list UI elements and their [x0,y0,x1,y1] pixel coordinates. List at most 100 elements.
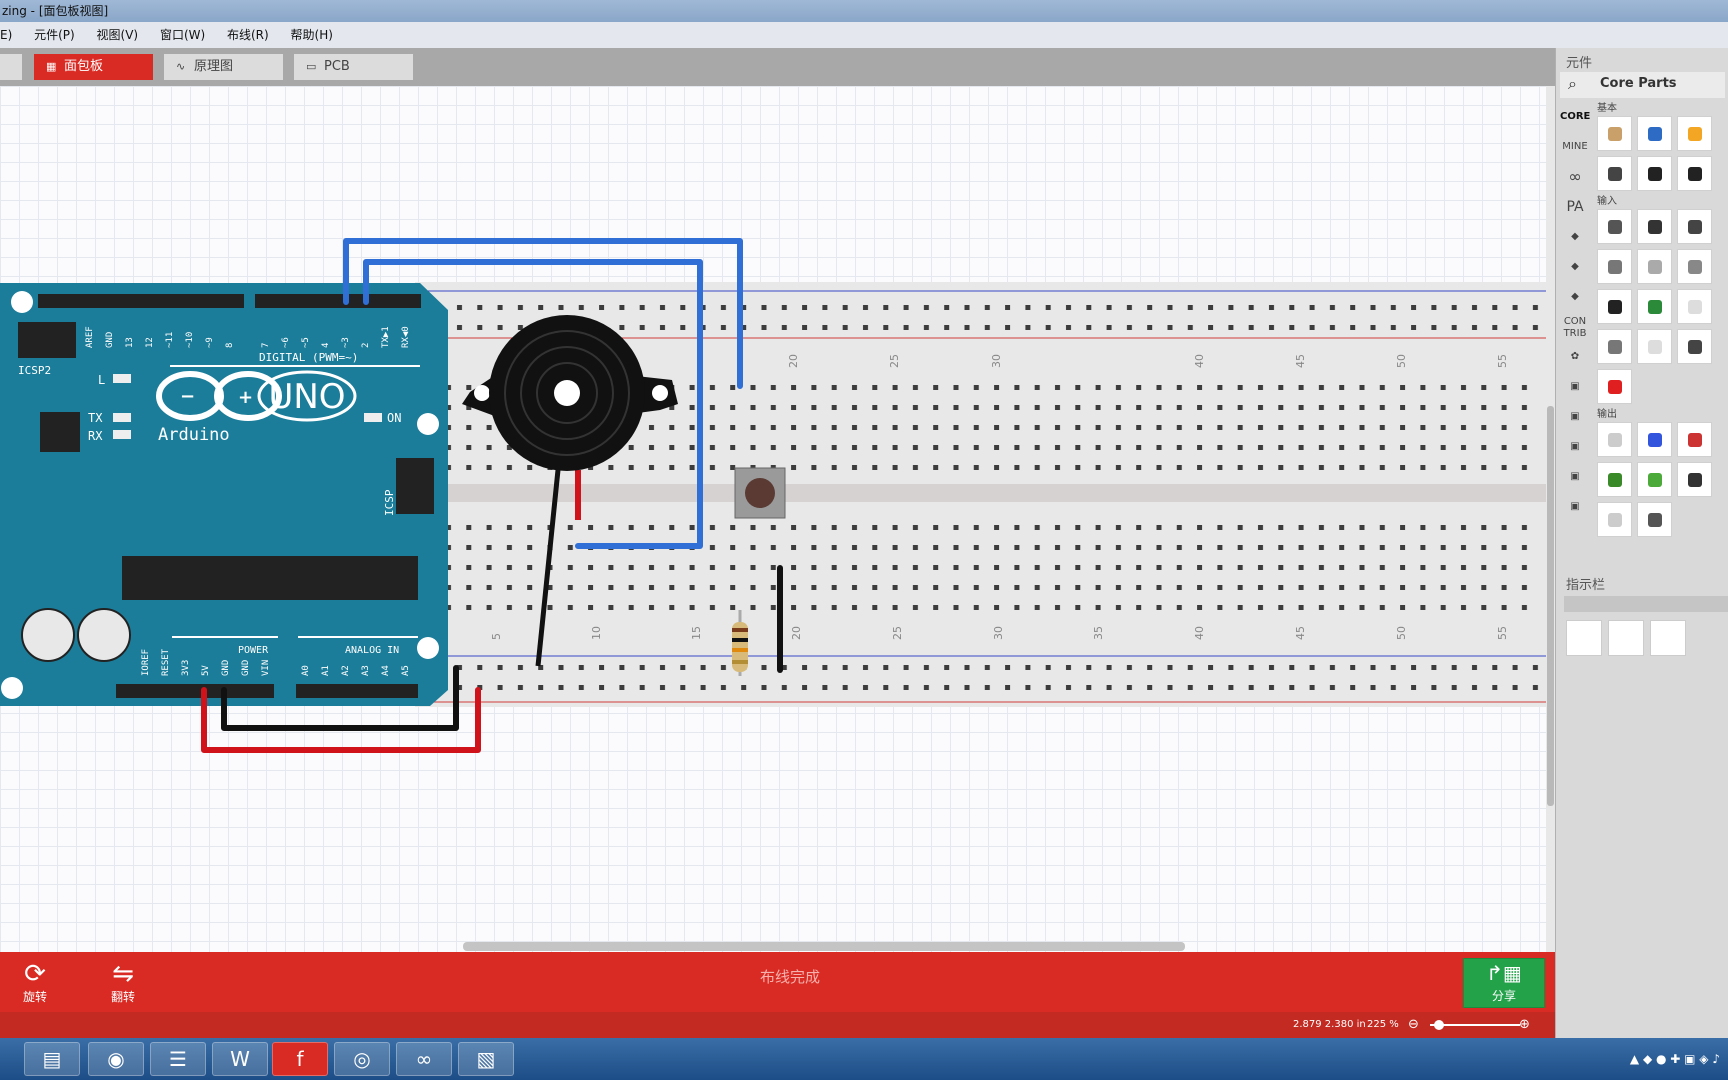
menu-item-parts[interactable]: 元件(P) [34,22,75,48]
part-thumbnail[interactable] [1637,209,1672,244]
power-pin-label: IOREF [141,649,151,676]
bin-tab-icon[interactable]: ✿ [1560,342,1590,372]
push-button[interactable] [734,467,786,519]
arduino-on-label: ON [387,411,401,425]
part-thumbnail[interactable] [1597,462,1632,497]
part-thumbnail[interactable] [1677,329,1712,364]
bin-tab-icon[interactable]: ▣ [1560,432,1590,462]
word-icon[interactable]: W [212,1042,268,1076]
bb-top-number: 55 [1496,354,1509,368]
part-thumbnail[interactable] [1597,116,1632,151]
part-thumbnail[interactable] [1637,289,1672,324]
routing-status-message: 布线完成 [760,968,821,986]
rotate-button[interactable]: ⟳ 旋转 [0,960,70,1005]
parts-category-label: 输入 [1597,196,1617,207]
explorer-icon[interactable]: ▤ [24,1042,80,1076]
zoom-out-icon[interactable]: ⊖ [1408,1012,1419,1038]
bin-tab-icon[interactable]: ▣ [1560,372,1590,402]
app-list-icon[interactable]: ☰ [150,1042,206,1076]
part-thumbnail[interactable] [1637,156,1672,191]
part-icon [1607,380,1622,394]
horizontal-scrollbar[interactable] [463,942,1185,951]
part-thumbnail[interactable] [1597,156,1632,191]
bin-tab-icon[interactable]: ▣ [1560,402,1590,432]
tab-pcb[interactable]: ▭ PCB [294,54,413,80]
part-thumbnail[interactable] [1637,422,1672,457]
part-thumbnail[interactable] [1637,462,1672,497]
tab-schematic[interactable]: ∿ 原理图 [164,54,283,80]
arduino-model: UNO [268,377,345,417]
analog-pin-label: A5 [401,665,411,676]
arduino-uno-board[interactable]: − + UNO Arduino DIGITAL (PWM=~) POWER AN… [0,283,448,706]
part-thumbnail[interactable] [1597,502,1632,537]
bin-tab-contrib[interactable]: CON TRIB [1560,312,1590,342]
part-thumbnail[interactable] [1597,249,1632,284]
bin-tab-arduino[interactable]: ∞ [1560,162,1590,192]
menu-item-routing[interactable]: 布线(R) [227,22,269,48]
bin-tab-icon[interactable]: ▣ [1560,462,1590,492]
vertical-scroll-thumb[interactable] [1547,406,1554,806]
parts-search-bar[interactable]: ⌕ Core Parts [1560,72,1725,98]
bin-tab-icon[interactable]: ◆ [1560,252,1590,282]
menu-item-help[interactable]: 帮助(H) [291,22,333,48]
part-thumbnail[interactable] [1637,329,1672,364]
part-thumbnail[interactable] [1597,422,1632,457]
bin-tab-icon[interactable]: ▣ [1560,492,1590,522]
part-thumbnail[interactable] [1677,462,1712,497]
share-label: 分享 [1491,989,1516,1003]
part-thumbnail[interactable] [1677,289,1712,324]
flip-button[interactable]: ⇋ 翻转 [88,960,158,1005]
bin-tab-core[interactable]: CORE [1560,102,1590,132]
part-thumbnail[interactable] [1677,116,1712,151]
menu-item-edit[interactable]: E) [0,22,12,48]
bb-top-number: 40 [1193,354,1206,368]
part-thumbnail[interactable] [1597,369,1632,404]
power-pin-label: RESET [161,648,171,676]
share-button[interactable]: ↱▦ 分享 [1463,958,1545,1008]
parts-category-input [1597,209,1728,404]
bb-top-number: 20 [787,354,800,368]
tab-welcome[interactable] [0,54,22,80]
digital-pin-label: ~6 [281,337,291,348]
menu-item-window[interactable]: 窗口(W) [160,22,205,48]
photo-viewer-icon[interactable]: ▧ [458,1042,514,1076]
arduino-ide-icon[interactable]: ∞ [396,1042,452,1076]
part-icon [1607,260,1622,274]
part-thumbnail[interactable] [1677,422,1712,457]
vertical-scrollbar[interactable] [1546,86,1555,952]
digital-pin-label: TX▶1 [381,326,391,348]
part-thumbnail[interactable] [1637,249,1672,284]
search-icon[interactable]: ⌕ [1568,74,1577,94]
inspector-view-box[interactable] [1608,620,1644,656]
tab-breadboard[interactable]: ▦ 面包板 [34,54,153,80]
part-thumbnail[interactable] [1637,502,1672,537]
part-thumbnail[interactable] [1597,209,1632,244]
part-thumbnail[interactable] [1677,156,1712,191]
zoom-slider-handle[interactable] [1434,1020,1444,1030]
bin-tab-mine[interactable]: MINE [1560,132,1590,162]
bb-bottom-number: 45 [1294,626,1307,640]
part-thumbnail[interactable] [1637,116,1672,151]
bb-bottom-number: 30 [992,626,1005,640]
part-thumbnail[interactable] [1597,289,1632,324]
browser-icon[interactable]: ◉ [88,1042,144,1076]
part-icon [1607,473,1622,487]
schematic-icon: ∿ [176,60,186,73]
inspector-view-box[interactable] [1650,620,1686,656]
menu-item-view[interactable]: 视图(V) [97,22,139,48]
bin-tab-icon[interactable]: ◆ [1560,222,1590,252]
tray-icon[interactable]: ▲ ◆ ● ✚ ▣ ◈ ♪ [1630,1052,1720,1066]
inspector-view-box[interactable] [1566,620,1602,656]
parts-category-core [1597,116,1728,191]
bin-tab-pa[interactable]: PA [1560,192,1590,222]
breadboard-canvas[interactable]: 20 25 30 40 45 50 55 5 10 15 20 25 30 35… [0,86,1555,952]
part-thumbnail[interactable] [1677,209,1712,244]
zoom-in-icon[interactable]: ⊕ [1519,1012,1530,1038]
part-thumbnail[interactable] [1597,329,1632,364]
camera-icon[interactable]: ◎ [334,1042,390,1076]
fritzing-icon[interactable]: f [272,1042,328,1076]
windows-taskbar: ▤ ◉ ☰ W f ◎ ∞ ▧ ▲ ◆ ● ✚ ▣ ◈ ♪ [0,1038,1728,1080]
bb-top-number: 25 [888,354,901,368]
part-thumbnail[interactable] [1677,249,1712,284]
bin-tab-icon[interactable]: ◆ [1560,282,1590,312]
